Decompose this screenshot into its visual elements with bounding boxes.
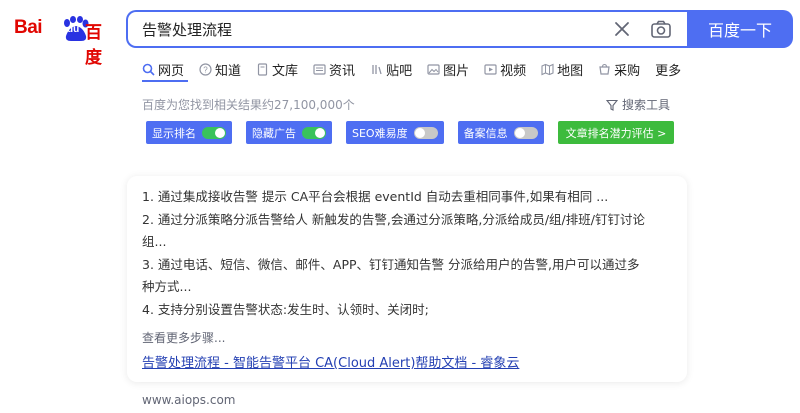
toggle-switch[interactable] — [202, 126, 226, 139]
result-step-line: 组... — [142, 234, 167, 249]
tab-label: 资讯 — [329, 63, 356, 79]
result-step-line: 3. 通过电话、短信、微信、邮件、APP、钉钉通知告警 分派给用户的告警,用户可… — [142, 256, 640, 272]
tab-label: 视频 — [500, 63, 527, 79]
baidu-logo[interactable]: Bai du 百度 — [14, 13, 114, 68]
tab-label: 采购 — [614, 63, 641, 79]
search-tabs: 网页 ? 知道 文库 资讯 贴吧 图片 视频 地图 采购 更多 — [142, 58, 696, 80]
logo-du-text: du — [67, 24, 80, 35]
question-icon: ? — [199, 62, 212, 76]
filter-icon — [606, 99, 618, 111]
result-title-link[interactable]: 告警处理流程 - 智能告警平台 CA(Cloud Alert)帮助文档 - 睿象… — [142, 352, 519, 371]
search-button[interactable]: 百度一下 — [687, 10, 793, 48]
toggle-switch[interactable] — [302, 126, 326, 139]
tab-news[interactable]: 资讯 — [313, 58, 355, 80]
camera-icon[interactable] — [650, 19, 672, 39]
search-tools-button[interactable]: 搜索工具 — [606, 96, 670, 113]
tab-wenku[interactable]: 文库 — [256, 58, 298, 80]
result-step-line: 1. 通过集成接收告警 提示 CA平台会根据 eventId 自动去重相同事件,… — [142, 189, 609, 204]
seo-toggles: 显示排名 隐藏广告 SEO难易度 备案信息 文章排名潜力评估 > — [146, 121, 675, 144]
search-input[interactable] — [142, 20, 582, 38]
tab-tieba[interactable]: 贴吧 — [370, 58, 412, 80]
toggle-switch[interactable] — [513, 126, 538, 139]
tab-label: 文库 — [272, 63, 299, 79]
result-step-line: 4. 支持分别设置告警状态:发生时、认领时、关闭时; — [142, 301, 429, 317]
toggle-label: 隐藏广告 — [252, 126, 296, 140]
toggle-label: 显示排名 — [152, 126, 196, 140]
result-site-url[interactable]: www.aiops.com — [142, 393, 236, 407]
tab-label: 网页 — [158, 63, 185, 79]
see-more-steps-link[interactable]: 查看更多步骤... — [142, 329, 225, 346]
tab-images[interactable]: 图片 — [427, 58, 469, 80]
tab-purchase[interactable]: 采购 — [598, 58, 640, 80]
active-tab-indicator — [142, 80, 188, 82]
tab-label: 更多 — [655, 63, 682, 79]
toggle-show-rank[interactable]: 显示排名 — [146, 121, 232, 144]
tieba-icon — [372, 64, 382, 74]
result-step-line: 2. 通过分派策略分派告警给人 新触发的告警,会通过分派策略,分派给成员/组/排… — [142, 211, 645, 227]
search-box — [126, 10, 688, 48]
document-icon — [257, 62, 268, 76]
search-tools-label: 搜索工具 — [622, 98, 671, 112]
search-icon — [142, 63, 155, 76]
tab-web[interactable]: 网页 — [142, 58, 184, 80]
tab-label: 知道 — [215, 63, 242, 79]
toggle-switch[interactable] — [413, 126, 438, 139]
tab-map[interactable]: 地图 — [541, 58, 583, 80]
logo-bai-text: Bai — [14, 17, 43, 38]
map-icon — [541, 63, 554, 75]
logo-baidu-cn-text: 百度 — [85, 23, 102, 68]
clear-icon[interactable] — [613, 20, 631, 38]
rank-evaluation-button[interactable]: 文章排名潜力评估 > — [557, 121, 675, 144]
result-card: 1. 通过集成接收告警 提示 CA平台会根据 eventId 自动去重相同事件,… — [127, 176, 687, 382]
video-icon — [484, 63, 497, 75]
svg-text:?: ? — [203, 65, 208, 74]
tab-zhidao[interactable]: ? 知道 — [199, 58, 241, 80]
tab-label: 图片 — [443, 63, 470, 79]
tab-video[interactable]: 视频 — [484, 58, 526, 80]
toggle-label: SEO难易度 — [352, 126, 408, 140]
toggle-icp-info[interactable]: 备案信息 — [457, 121, 544, 144]
result-count: 百度为您找到相关结果约27,100,000个 — [142, 98, 355, 112]
image-icon — [427, 63, 440, 75]
toggle-seo-difficulty[interactable]: SEO难易度 — [346, 121, 444, 144]
tab-label: 贴吧 — [386, 63, 413, 79]
tab-more[interactable]: 更多 — [655, 58, 681, 80]
news-icon — [313, 63, 326, 75]
tab-label: 地图 — [557, 63, 584, 79]
toggle-hide-ads[interactable]: 隐藏广告 — [246, 121, 332, 144]
toggle-label: 备案信息 — [463, 126, 508, 140]
purchase-icon — [599, 63, 610, 75]
result-steps: 1. 通过集成接收告警 提示 CA平台会根据 eventId 自动去重相同事件,… — [142, 186, 678, 321]
result-step-line: 种方式... — [142, 279, 192, 294]
